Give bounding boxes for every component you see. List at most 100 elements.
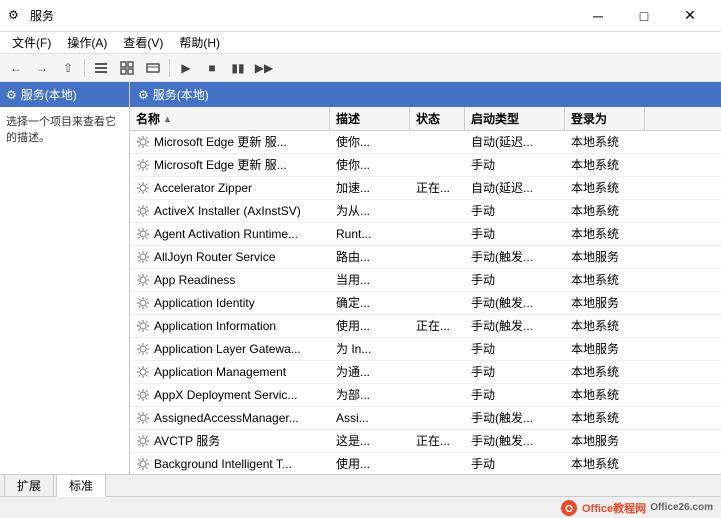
cell-starttype: 手动 — [465, 338, 565, 360]
service-gear-icon — [136, 365, 150, 379]
toolbar-forward[interactable]: → — [30, 57, 54, 79]
cell-desc: 使你... — [330, 131, 410, 153]
app-icon: ⚙ — [8, 8, 24, 24]
tab-standard[interactable]: 标准 — [56, 474, 106, 497]
cell-starttype: 手动 — [465, 384, 565, 406]
table-row[interactable]: Background Intelligent T... 使用... 手动 本地系… — [130, 453, 721, 474]
service-gear-icon — [136, 388, 150, 402]
bottom-tabs: 扩展 标准 — [0, 474, 721, 496]
cell-logon: 本地系统 — [565, 269, 645, 291]
logo-text: Office教程网 — [582, 500, 646, 516]
cell-starttype: 手动(触发... — [465, 315, 565, 337]
minimize-button[interactable]: ─ — [575, 0, 621, 32]
service-gear-icon — [136, 135, 150, 149]
service-rows-container: Microsoft Edge 更新 服... 使你... 自动(延迟... 本地… — [130, 131, 721, 474]
title-bar-title: 服务 — [30, 7, 54, 24]
table-row[interactable]: Accelerator Zipper 加速... 正在... 自动(延迟... … — [130, 177, 721, 200]
table-row[interactable]: Application Layer Gatewa... 为 In... 手动 本… — [130, 338, 721, 361]
cell-logon: 本地系统 — [565, 154, 645, 176]
service-gear-icon — [136, 411, 150, 425]
cell-status: 正在... — [410, 315, 465, 337]
menu-help[interactable]: 帮助(H) — [171, 32, 228, 54]
toolbar: ← → ⇧ ▶ ■ ▮▮ ▶▶ — [0, 54, 721, 82]
table-row[interactable]: AVCTP 服务 这是... 正在... 手动(触发... 本地服务 — [130, 430, 721, 453]
cell-starttype: 手动 — [465, 361, 565, 383]
cell-status — [410, 338, 465, 360]
service-gear-icon — [136, 342, 150, 356]
col-name[interactable]: 名称 ▲ — [130, 107, 330, 130]
highlight-icon — [146, 61, 160, 75]
cell-name: Application Layer Gatewa... — [130, 338, 330, 360]
table-row[interactable]: Microsoft Edge 更新 服... 使你... 手动 本地系统 — [130, 154, 721, 177]
menu-file[interactable]: 文件(F) — [4, 32, 59, 54]
toolbar-highlight[interactable] — [141, 57, 165, 79]
toolbar-view2[interactable] — [115, 57, 139, 79]
menu-view[interactable]: 查看(V) — [115, 32, 171, 54]
services-table[interactable]: 名称 ▲ 描述 状态 启动类型 登录为 — [130, 107, 721, 474]
cell-name: AVCTP 服务 — [130, 430, 330, 452]
toolbar-play[interactable]: ▶ — [174, 57, 198, 79]
sort-arrow-name: ▲ — [163, 114, 172, 124]
toolbar-up[interactable]: ⇧ — [56, 57, 80, 79]
cell-starttype: 自动(延迟... — [465, 131, 565, 153]
cell-status — [410, 223, 465, 245]
cell-name: Background Intelligent T... — [130, 453, 330, 474]
cell-status: 正在... — [410, 177, 465, 199]
cell-starttype: 手动 — [465, 223, 565, 245]
cell-starttype: 手动(触发... — [465, 292, 565, 314]
cell-desc: 为通... — [330, 361, 410, 383]
service-gear-icon — [136, 250, 150, 264]
col-desc[interactable]: 描述 — [330, 107, 410, 130]
menu-action[interactable]: 操作(A) — [59, 32, 115, 54]
cell-logon: 本地系统 — [565, 315, 645, 337]
cell-desc: 确定... — [330, 292, 410, 314]
cell-logon: 本地系统 — [565, 453, 645, 474]
maximize-button[interactable]: □ — [621, 0, 667, 32]
right-panel-title: 服务(本地) — [153, 86, 209, 103]
cell-desc: 为 In... — [330, 338, 410, 360]
cell-logon: 本地系统 — [565, 361, 645, 383]
table-row[interactable]: Microsoft Edge 更新 服... 使你... 自动(延迟... 本地… — [130, 131, 721, 154]
cell-name: App Readiness — [130, 269, 330, 291]
cell-status — [410, 407, 465, 429]
toolbar-stop[interactable]: ■ — [200, 57, 224, 79]
menu-bar: 文件(F) 操作(A) 查看(V) 帮助(H) — [0, 32, 721, 54]
cell-name: ActiveX Installer (AxInstSV) — [130, 200, 330, 222]
close-button[interactable]: ✕ — [667, 0, 713, 32]
toolbar-view1[interactable] — [89, 57, 113, 79]
cell-name: AllJoyn Router Service — [130, 246, 330, 268]
grid-icon — [120, 61, 134, 75]
cell-name: Application Management — [130, 361, 330, 383]
table-row[interactable]: Application Identity 确定... 手动(触发... 本地服务 — [130, 292, 721, 315]
toolbar-pause[interactable]: ▮▮ — [226, 57, 250, 79]
cell-logon: 本地系统 — [565, 384, 645, 406]
cell-name: Microsoft Edge 更新 服... — [130, 154, 330, 176]
table-row[interactable]: Agent Activation Runtime... Runt... 手动 本… — [130, 223, 721, 246]
tab-extend[interactable]: 扩展 — [4, 474, 54, 496]
status-logo: O Office教程网 Office26.com — [560, 499, 713, 517]
table-row[interactable]: AppX Deployment Servic... 为部... 手动 本地系统 — [130, 384, 721, 407]
right-panel-header: ⚙ 服务(本地) — [130, 82, 721, 107]
col-status[interactable]: 状态 — [410, 107, 465, 130]
cell-name: Application Identity — [130, 292, 330, 314]
cell-name: AssignedAccessManager... — [130, 407, 330, 429]
cell-starttype: 手动(触发... — [465, 430, 565, 452]
table-row[interactable]: Application Management 为通... 手动 本地系统 — [130, 361, 721, 384]
cell-logon: 本地系统 — [565, 177, 645, 199]
cell-desc: Runt... — [330, 223, 410, 245]
cell-desc: 这是... — [330, 430, 410, 452]
col-logon[interactable]: 登录为 — [565, 107, 645, 130]
col-starttype[interactable]: 启动类型 — [465, 107, 565, 130]
toolbar-back[interactable]: ← — [4, 57, 28, 79]
table-row[interactable]: AllJoyn Router Service 路由... 手动(触发... 本地… — [130, 246, 721, 269]
cell-logon: 本地服务 — [565, 246, 645, 268]
table-row[interactable]: Application Information 使用... 正在... 手动(触… — [130, 315, 721, 338]
table-header: 名称 ▲ 描述 状态 启动类型 登录为 — [130, 107, 721, 131]
cell-desc: 使用... — [330, 315, 410, 337]
table-row[interactable]: AssignedAccessManager... Assi... 手动(触发..… — [130, 407, 721, 430]
table-row[interactable]: ActiveX Installer (AxInstSV) 为从... 手动 本地… — [130, 200, 721, 223]
table-row[interactable]: App Readiness 当用... 手动 本地系统 — [130, 269, 721, 292]
cell-desc: 为部... — [330, 384, 410, 406]
cell-status — [410, 384, 465, 406]
toolbar-restart[interactable]: ▶▶ — [252, 57, 276, 79]
